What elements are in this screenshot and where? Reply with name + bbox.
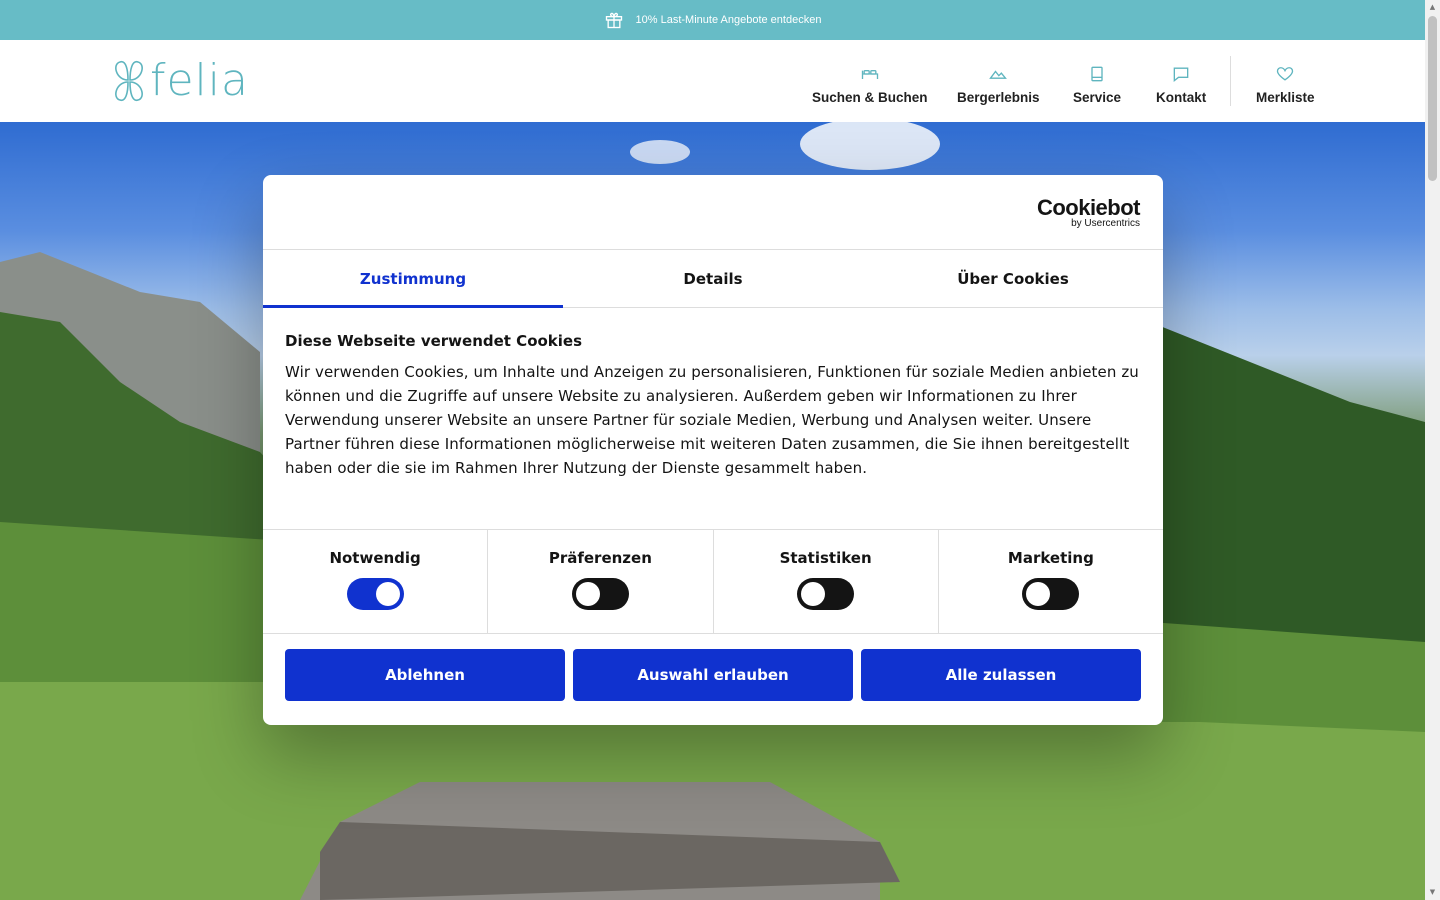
consent-tabs: Zustimmung Details Über Cookies (263, 250, 1163, 308)
toggle-statistiken[interactable] (797, 578, 855, 610)
site-header: felia Suchen & Buchen Bergerlebnis Servi… (0, 40, 1425, 122)
toggle-notwendig[interactable] (346, 578, 404, 610)
page-scrollbar[interactable]: ▲ ▼ (1425, 0, 1440, 900)
gift-icon (605, 12, 622, 29)
nav-label: Merkliste (1256, 90, 1315, 105)
mountain-icon (989, 70, 1008, 79)
promo-text: 10% Last-Minute Angebote entdecken (635, 14, 822, 26)
category-praeferenzen: Präferenzen (488, 530, 714, 633)
category-label: Marketing (1007, 549, 1094, 567)
nav-service[interactable]: Service (1073, 54, 1121, 110)
category-notwendig: Notwendig (263, 530, 489, 633)
dialog-header: Cookiebot by Usercentrics (263, 175, 1163, 250)
scroll-thumb[interactable] (1428, 16, 1437, 181)
allow-selection-button[interactable]: Auswahl erlauben (573, 649, 853, 701)
nav-bergerlebnis[interactable]: Bergerlebnis (957, 54, 1040, 110)
nav-label: Service (1073, 90, 1122, 105)
tab-details[interactable]: Details (563, 250, 863, 307)
nav-suchen-buchen[interactable]: Suchen & Buchen (812, 54, 928, 110)
nav-label: Kontakt (1156, 90, 1207, 105)
scroll-down-icon[interactable]: ▼ (1428, 888, 1437, 897)
book-icon (1091, 66, 1103, 82)
nav-label: Suchen & Buchen (812, 90, 928, 105)
nav-kontakt[interactable]: Kontakt (1156, 54, 1206, 110)
promo-bar[interactable]: 10% Last-Minute Angebote entdecken (0, 0, 1425, 40)
consent-title: Diese Webseite verwendet Cookies (285, 332, 583, 350)
toggle-marketing[interactable] (1022, 578, 1080, 610)
cookie-consent-dialog: Cookiebot by Usercentrics Zustimmung Det… (263, 175, 1163, 725)
cookiebot-logo-sub: by Usercentrics (1071, 218, 1140, 229)
tab-zustimmung[interactable]: Zustimmung (263, 250, 563, 308)
category-label: Präferenzen (548, 549, 652, 567)
category-marketing: Marketing (939, 530, 1163, 633)
chat-icon (1173, 67, 1189, 83)
category-label: Notwendig (329, 549, 421, 567)
consent-content: Diese Webseite verwendet Cookies Wir ver… (263, 308, 1163, 530)
nav-divider (1230, 56, 1231, 106)
allow-all-button[interactable]: Alle zulassen (861, 649, 1141, 701)
cookiebot-logo-name: Cookiebot (1036, 195, 1141, 220)
heart-icon (1277, 67, 1294, 81)
consent-categories: Notwendig Präferenzen Statistiken Market… (263, 530, 1163, 634)
brand-logo[interactable]: felia (110, 56, 249, 106)
toggle-praeferenzen[interactable] (571, 578, 629, 610)
bed-icon (861, 70, 878, 79)
scroll-up-icon[interactable]: ▲ (1428, 3, 1437, 12)
brand-name: felia (150, 55, 249, 106)
cookiebot-logo: Cookiebot by Usercentrics (1036, 195, 1141, 229)
category-label: Statistiken (779, 549, 872, 567)
clover-logo-icon (115, 60, 143, 102)
consent-body: Wir verwenden Cookies, um Inhalte und An… (285, 363, 1139, 477)
tab-ueber-cookies[interactable]: Über Cookies (863, 250, 1163, 307)
consent-buttons: Ablehnen Auswahl erlauben Alle zulassen (263, 634, 1163, 716)
nav-merkliste[interactable]: Merkliste (1256, 54, 1315, 110)
decline-button[interactable]: Ablehnen (285, 649, 565, 701)
nav-label: Bergerlebnis (957, 90, 1040, 105)
category-statistiken: Statistiken (714, 530, 939, 633)
